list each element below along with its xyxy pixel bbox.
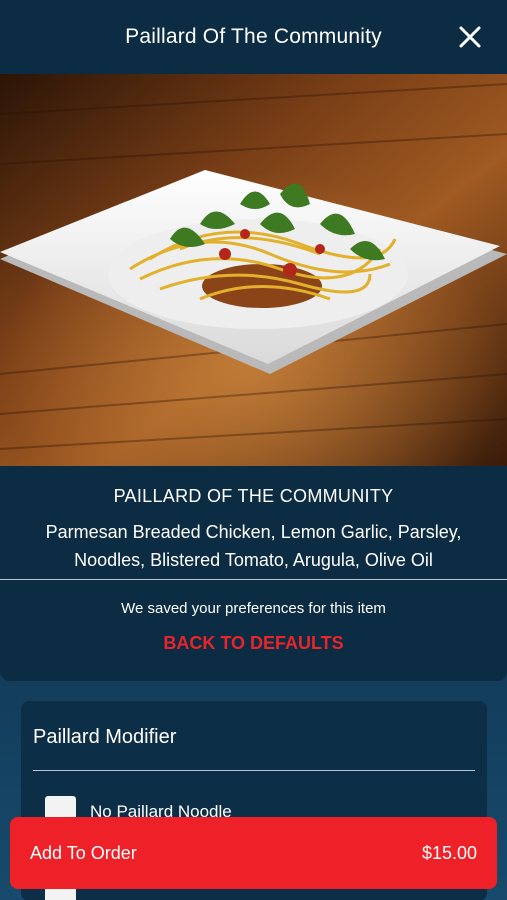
item-photo: [0, 74, 507, 466]
add-to-order-label: Add To Order: [30, 842, 137, 863]
divider: [33, 770, 475, 771]
item-name: PAILLARD OF THE COMMUNITY: [113, 486, 394, 506]
close-icon: [459, 26, 481, 48]
back-to-defaults-button[interactable]: BACK TO DEFAULTS: [0, 633, 507, 654]
top-bar: Paillard Of The Community: [0, 0, 507, 74]
divider: [0, 579, 507, 580]
saved-preferences-message: We saved your preferences for this item: [121, 600, 386, 617]
item-info-panel: PAILLARD OF THE COMMUNITY Parmesan Bread…: [0, 466, 507, 681]
modifier-heading: Paillard Modifier: [33, 726, 177, 748]
page-title: Paillard Of The Community: [125, 25, 382, 48]
add-to-order-button[interactable]: Add To Order $15.00: [10, 817, 497, 889]
item-description: Parmesan Breaded Chicken, Lemon Garlic, …: [45, 522, 462, 570]
price-label: $15.00: [421, 842, 477, 863]
close-button[interactable]: [455, 22, 485, 52]
